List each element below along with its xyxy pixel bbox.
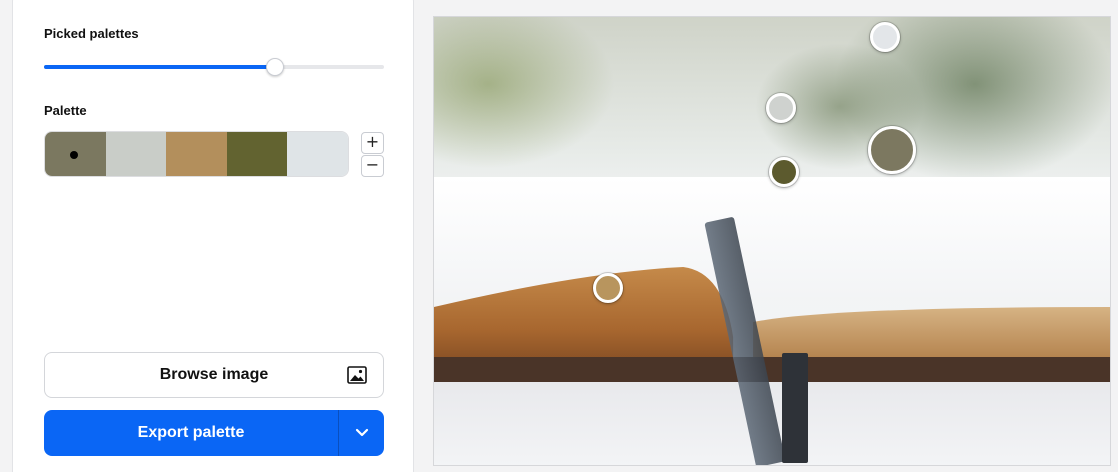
image-icon [347,366,367,384]
palette-swatch[interactable] [226,132,288,176]
export-button-group: Export palette [44,410,384,456]
picked-palettes-label: Picked palettes [44,26,139,41]
color-picker-handle[interactable] [593,273,623,303]
palette-swatch[interactable] [45,132,106,176]
slider-thumb[interactable] [266,58,285,76]
chevron-down-icon [355,428,368,437]
export-palette-button[interactable]: Export palette [44,410,338,456]
browse-image-label: Browse image [159,366,269,383]
remove-color-button[interactable]: − [361,155,384,177]
photo-bookmark [782,353,808,463]
browse-image-button[interactable]: Browse image [44,352,384,398]
color-picker-handle[interactable] [870,22,900,52]
palette-generator-app: Picked palettes Palette + − Browse image… [0,0,1118,472]
palette-swatch[interactable] [287,132,348,176]
picked-palettes-slider[interactable] [44,58,384,76]
photo-book-edge [434,267,1110,392]
palette-swatch[interactable] [166,132,227,176]
palette-size-stepper: + − [361,132,384,177]
palette-label: Palette [44,103,87,118]
color-picker-handle[interactable] [769,157,799,187]
palette-swatch[interactable] [105,132,167,176]
add-color-button[interactable]: + [361,132,384,154]
color-picker-handle-selected[interactable] [868,126,916,174]
image-canvas[interactable] [433,16,1111,466]
color-picker-handle[interactable] [766,93,796,123]
selected-swatch-indicator [70,151,78,159]
palette-swatches [44,131,349,177]
export-options-dropdown[interactable] [339,410,384,456]
slider-fill [44,65,276,69]
